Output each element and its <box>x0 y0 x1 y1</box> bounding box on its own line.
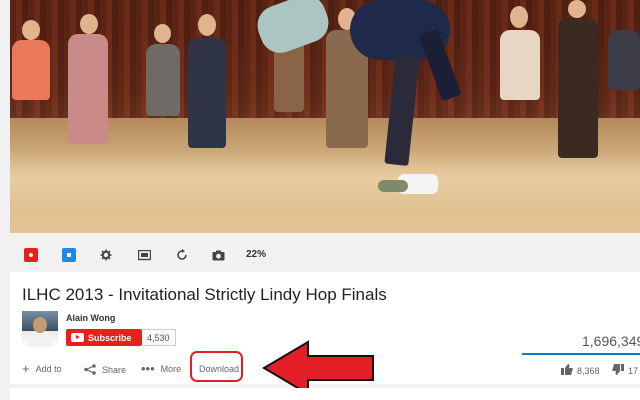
video-player[interactable] <box>10 0 640 233</box>
progress-percent: 22% <box>246 249 267 260</box>
loop-icon[interactable] <box>175 248 189 262</box>
red-extension-icon[interactable] <box>24 248 38 262</box>
view-count: 1,696,349 <box>582 333 640 349</box>
subscribe-label: Subscribe <box>88 332 132 343</box>
download-label: Download <box>199 364 240 374</box>
like-ratio-bar <box>522 353 640 355</box>
plus-icon: + <box>22 361 30 376</box>
screen-icon[interactable] <box>137 248 151 262</box>
add-to-button[interactable]: + Add to <box>22 361 62 376</box>
channel-avatar[interactable] <box>22 311 58 347</box>
more-button[interactable]: ••• More <box>141 361 182 376</box>
share-button[interactable]: Share <box>84 364 126 376</box>
thumbs-up-icon <box>561 364 573 377</box>
spectator <box>12 40 50 100</box>
blue-extension-icon[interactable] <box>62 248 76 262</box>
add-to-label: Add to <box>35 364 62 374</box>
like-count: 8,368 <box>577 365 600 376</box>
more-dots-icon: ••• <box>141 361 155 376</box>
spectator <box>68 34 108 144</box>
dislike-button[interactable]: 17 <box>612 364 638 377</box>
spectator <box>608 30 640 90</box>
spectator <box>146 44 180 116</box>
subscribe-button[interactable]: Subscribe <box>66 329 142 346</box>
like-button[interactable]: 8,368 <box>561 364 600 377</box>
thumbs-down-icon <box>612 364 624 377</box>
channel-name[interactable]: Alain Wong <box>66 313 115 323</box>
share-label: Share <box>102 365 127 375</box>
next-section <box>10 388 640 400</box>
gear-icon[interactable] <box>99 248 113 262</box>
more-label: More <box>160 364 182 374</box>
youtube-logo-icon <box>71 333 84 342</box>
subscriber-count: 4,530 <box>142 329 176 346</box>
player-toolbar: 22% <box>10 240 640 270</box>
video-title: ILHC 2013 - Invitational Strictly Lindy … <box>22 285 387 304</box>
spectator <box>558 18 598 158</box>
spectator <box>188 38 226 148</box>
download-button[interactable]: Download <box>199 364 239 374</box>
camera-icon[interactable] <box>211 248 225 262</box>
share-icon <box>84 364 96 376</box>
spectator <box>500 30 540 100</box>
page: { "video": { "title": "ILHC 2013 - Invit… <box>0 0 640 400</box>
dislike-count: 17 <box>628 365 639 376</box>
